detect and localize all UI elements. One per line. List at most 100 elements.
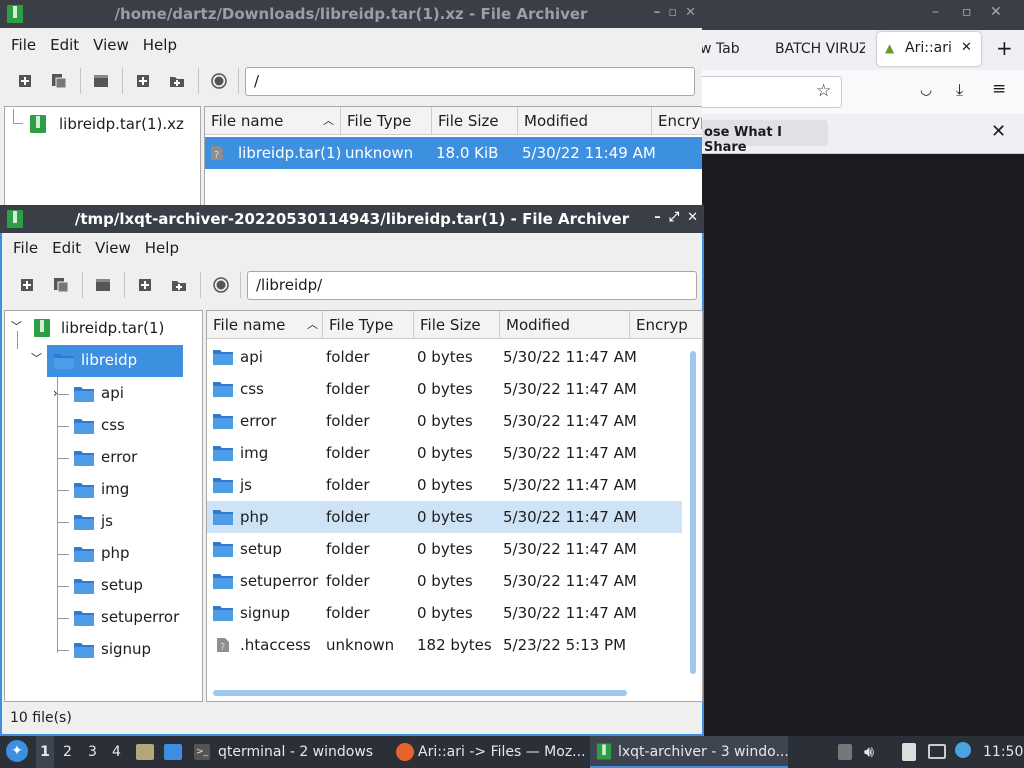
tree-item-7[interactable]: setuperror [53,602,199,632]
tree-item-libreidp[interactable]: ﹀ libreidp [29,344,199,377]
extract-icon[interactable] [92,274,114,296]
extract-icon[interactable] [90,70,112,92]
folder-icon [213,542,233,557]
tab-batch-viruz[interactable]: BATCH VIRUZ [775,41,865,57]
tree-item-1[interactable]: css [53,410,199,440]
new-archive-icon[interactable] [16,274,38,296]
menu-edit[interactable]: Edit [45,239,88,257]
chevron-down-icon[interactable]: ﹀ [31,344,42,374]
table-row[interactable]: setup folder 0 bytes 5/30/22 11:47 AM [207,533,682,565]
download-icon[interactable]: ⤓ [956,80,963,100]
table-row[interactable]: img folder 0 bytes 5/30/22 11:47 AM [207,437,682,469]
column-encrypted[interactable]: Encryp [630,311,702,339]
new-tab-icon[interactable]: + [996,36,1013,60]
column-encrypted[interactable]: Encryp [652,107,702,135]
close-icon[interactable]: ✕ [687,210,698,225]
tree-item-0[interactable]: › api [53,378,199,408]
stop-icon[interactable] [208,70,230,92]
vertical-scrollbar[interactable] [690,351,696,674]
desktop-2[interactable]: 2 [63,736,72,768]
column-file-name[interactable]: File name ︿ [205,107,341,135]
minimize-icon[interactable]: – [654,210,661,225]
maximize-icon[interactable]: ▫ [962,4,972,20]
tree-item-6[interactable]: setup [53,570,199,600]
chevron-right-icon[interactable]: › [53,378,58,408]
task-lxqt-archiver[interactable]: lxqt-archiver - 3 windo... [590,736,789,768]
minimize-icon[interactable]: – [654,5,661,20]
start-menu-icon[interactable]: ✦ [6,740,28,762]
location-input[interactable]: /libreidp/ [247,271,697,300]
menu-help[interactable]: Help [138,239,186,257]
menu-file[interactable]: File [6,239,45,257]
volume-icon[interactable]: 🔊︎ [864,736,874,768]
minimize-icon[interactable]: – [932,4,939,20]
table-row[interactable]: php folder 0 bytes 5/30/22 11:47 AM [207,501,682,533]
tree-item-archive[interactable]: libreidp.tar(1).xz [13,109,198,139]
clipboard-icon[interactable] [902,743,916,761]
share-button[interactable]: ose What I Share [700,120,828,155]
show-desktop-icon[interactable] [164,744,182,760]
stop-icon[interactable] [210,274,232,296]
tab-new-tab[interactable]: w Tab [700,41,740,57]
update-notifier-icon[interactable] [955,742,971,758]
close-icon[interactable]: ✕ [990,4,1002,20]
horizontal-scrollbar[interactable] [213,690,627,696]
open-archive-icon[interactable] [50,274,72,296]
table-row[interactable]: signup folder 0 bytes 5/30/22 11:47 AM [207,597,682,629]
table-row[interactable]: ? libreidp.tar(1) unknown 18.0 KiB 5/30/… [205,137,702,169]
desktop-1[interactable]: 1 [36,736,54,768]
new-archive-icon[interactable] [14,70,36,92]
table-row[interactable]: error folder 0 bytes 5/30/22 11:47 AM [207,405,682,437]
column-file-type[interactable]: File Type [341,107,432,135]
add-files-icon[interactable] [132,70,154,92]
pocket-icon[interactable]: ◡ [920,82,932,98]
add-files-icon[interactable] [134,274,156,296]
column-file-size[interactable]: File Size [432,107,518,135]
column-file-name[interactable]: File name ︿ [207,311,323,339]
tree-item-5[interactable]: php [53,538,199,568]
open-archive-icon[interactable] [48,70,70,92]
column-modified[interactable]: Modified [500,311,630,339]
menu-edit[interactable]: Edit [43,36,86,54]
menu-icon[interactable]: ≡ [992,79,1006,99]
cell-name: libreidp.tar(1) [238,144,342,162]
browser-window: – ▫ ✕ w Tab BATCH VIRUZ ▲ Ari::ari ✕ + ☆… [700,0,1024,736]
tree-item-8[interactable]: signup [53,634,199,664]
maximize-icon[interactable]: ⤢ [669,210,679,225]
column-file-type[interactable]: File Type [323,311,414,339]
table-row[interactable]: setuperror folder 0 bytes 5/30/22 11:47 AM [207,565,682,597]
url-bar[interactable]: ☆ [700,76,842,108]
clock[interactable]: 11:50 [983,736,1023,768]
table-row[interactable]: ? .htaccess unknown 182 bytes 5/23/22 5:13 P… [207,629,682,661]
maximize-icon[interactable]: ▫ [668,5,677,20]
desktop-4[interactable]: 4 [112,736,121,768]
tree-item-archive[interactable]: ﹀ libreidp.tar(1) [9,313,199,343]
notification-close-icon[interactable]: ✕ [991,121,1006,142]
menu-view[interactable]: View [88,239,138,257]
table-row[interactable]: css folder 0 bytes 5/30/22 11:47 AM [207,373,682,405]
task-qterminal[interactable]: >_ qterminal - 2 windows [192,736,388,768]
tab-ari[interactable]: ▲ Ari::ari ✕ [877,32,981,66]
tray-arrow-icon[interactable] [838,744,852,760]
menu-help[interactable]: Help [136,36,184,54]
add-folder-icon[interactable] [166,70,188,92]
bookmark-star-icon[interactable]: ☆ [816,81,831,101]
file-manager-icon[interactable] [136,744,154,760]
task-firefox[interactable]: Ari::ari -> Files — Moz... [392,736,588,768]
chevron-down-icon[interactable]: ﹀ [11,312,22,342]
network-icon[interactable] [928,744,946,759]
tree-item-3[interactable]: img [53,474,199,504]
location-input[interactable]: / [245,67,695,96]
menu-file[interactable]: File [4,36,43,54]
column-modified[interactable]: Modified [518,107,652,135]
tree-item-4[interactable]: js [53,506,199,536]
table-row[interactable]: api folder 0 bytes 5/30/22 11:47 AM [207,341,682,373]
column-file-size[interactable]: File Size [414,311,500,339]
tree-item-2[interactable]: error [53,442,199,472]
menu-view[interactable]: View [86,36,136,54]
desktop-3[interactable]: 3 [88,736,97,768]
add-folder-icon[interactable] [168,274,190,296]
table-row[interactable]: js folder 0 bytes 5/30/22 11:47 AM [207,469,682,501]
tab-close-icon[interactable]: ✕ [961,40,972,55]
close-icon[interactable]: ✕ [685,5,696,20]
